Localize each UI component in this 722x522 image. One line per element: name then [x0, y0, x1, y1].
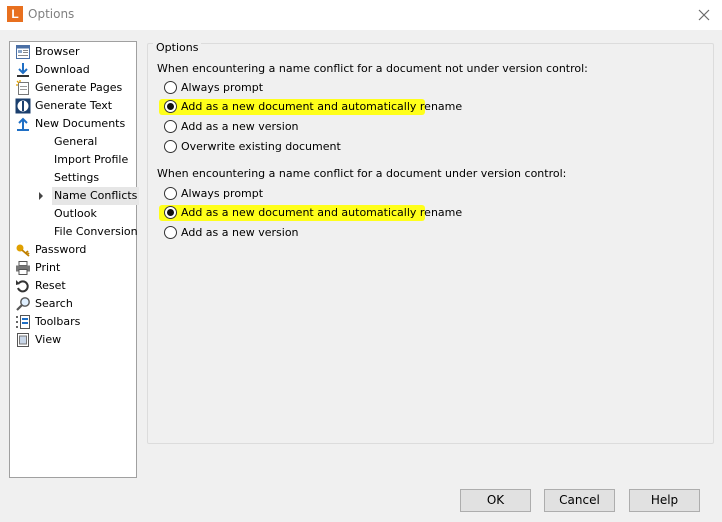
help-button[interactable]: Help	[629, 489, 700, 512]
radio-label: Always prompt	[181, 81, 264, 94]
expand-arrow-icon	[39, 192, 43, 200]
radio-label: Add as a new version	[181, 226, 299, 239]
radio-button[interactable]	[164, 226, 177, 239]
radio-button[interactable]	[164, 140, 177, 153]
reset-icon	[16, 280, 29, 293]
options-nav-tree[interactable]: Browser Download Generate Pages Generate…	[9, 41, 140, 478]
title-bar: L Options	[0, 0, 722, 30]
nav-label: General	[54, 135, 98, 148]
question-not-under-version-control: When encountering a name conflict for a …	[157, 62, 588, 75]
nav-label: Generate Pages	[35, 81, 123, 94]
nav-label: Toolbars	[35, 315, 81, 328]
nav-label: File Conversion	[54, 225, 138, 238]
nav-label: Name Conflicts	[52, 187, 140, 205]
radio-button[interactable]	[164, 100, 177, 113]
ok-button[interactable]: OK	[460, 489, 531, 512]
view-icon	[17, 333, 29, 347]
options-group-title: Options	[153, 41, 202, 54]
nav-label: Import Profile	[54, 153, 129, 166]
radio-label: Always prompt	[181, 187, 264, 200]
nav-label: Password	[35, 243, 87, 256]
radio-label: Add as a new document and automatically …	[181, 206, 463, 219]
generate-pages-icon	[16, 80, 29, 95]
radio-label: Add as a new document and automatically …	[181, 100, 463, 113]
radio-button[interactable]	[164, 120, 177, 133]
nav-label: Download	[35, 63, 90, 76]
print-icon	[16, 261, 30, 275]
search-icon	[16, 297, 30, 311]
nav-label: Outlook	[54, 207, 97, 220]
nav-label: Browser	[35, 45, 80, 58]
close-button[interactable]	[694, 5, 714, 25]
generate-text-icon	[15, 98, 31, 114]
nav-label: Generate Text	[35, 99, 113, 112]
radio-button[interactable]	[164, 187, 177, 200]
nav-label: New Documents	[35, 117, 126, 130]
radio-button[interactable]	[164, 81, 177, 94]
password-icon	[16, 244, 30, 257]
nav-label: Reset	[35, 279, 66, 292]
toolbars-icon	[16, 315, 30, 329]
radio-label: Overwrite existing document	[181, 140, 341, 153]
new-documents-icon	[17, 117, 29, 131]
nav-label: View	[35, 333, 62, 346]
close-icon	[698, 9, 710, 21]
cancel-button[interactable]: Cancel	[544, 489, 615, 512]
browser-icon	[16, 45, 30, 59]
question-under-version-control: When encountering a name conflict for a …	[157, 167, 567, 180]
download-icon	[17, 63, 29, 77]
nav-label: Search	[35, 297, 73, 310]
radio-label: Add as a new version	[181, 120, 299, 133]
window-title: Options	[28, 7, 75, 21]
app-logo-icon: L	[7, 6, 23, 22]
nav-label: Settings	[54, 171, 100, 184]
radio-button[interactable]	[164, 206, 177, 219]
nav-label: Print	[35, 261, 61, 274]
